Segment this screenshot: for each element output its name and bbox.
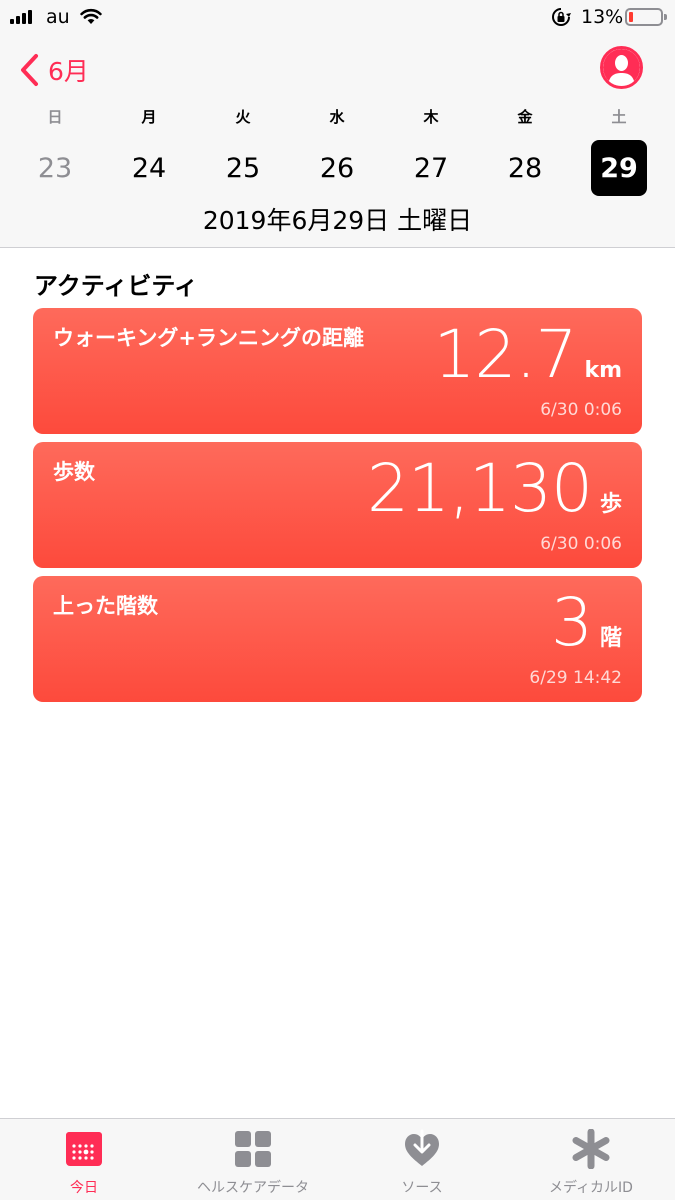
asterisk-icon bbox=[571, 1128, 611, 1170]
tab-item[interactable]: 今日 bbox=[0, 1129, 168, 1199]
card-unit: 歩 bbox=[599, 492, 622, 517]
heart-download-icon bbox=[402, 1129, 442, 1169]
tab-item[interactable]: ヘルスケアデータ bbox=[169, 1129, 337, 1199]
battery-icon bbox=[625, 8, 667, 26]
card-timestamp: 6/29 14:42 bbox=[529, 668, 622, 688]
weekday-label: 土 bbox=[611, 108, 627, 126]
card-number: 3 bbox=[550, 584, 593, 661]
back-button[interactable]: 6月 bbox=[18, 52, 89, 88]
weekday-label: 金 bbox=[517, 108, 533, 126]
weekday-label: 水 bbox=[329, 108, 345, 126]
weekday-label: 月 bbox=[141, 108, 157, 126]
card-value: 12.7 km bbox=[433, 316, 622, 393]
date-cell[interactable]: 24 bbox=[121, 140, 177, 196]
card-title: 歩数 bbox=[53, 460, 95, 484]
grid-icon bbox=[233, 1129, 273, 1169]
calendar-header: 6月 日 月 火 水 木 金 土 23 24 25 26 27 28 29 2019年6月29日 土曜日 bbox=[0, 36, 675, 248]
weekday-label: 木 bbox=[423, 108, 439, 126]
activity-card[interactable]: 歩数 21,130 歩 6/30 0:06 bbox=[33, 442, 642, 568]
date-cell[interactable]: 28 bbox=[497, 140, 553, 196]
date-cell[interactable]: 23 bbox=[27, 140, 83, 196]
date-cell[interactable]: 27 bbox=[403, 140, 459, 196]
card-timestamp: 6/30 0:06 bbox=[540, 534, 622, 554]
profile-button[interactable] bbox=[600, 46, 643, 89]
chevron-left-icon bbox=[21, 54, 38, 86]
tab-label: メディカルID bbox=[549, 1180, 633, 1196]
card-unit: km bbox=[584, 358, 622, 383]
carrier-name: au bbox=[46, 6, 70, 28]
card-number: 12.7 bbox=[433, 316, 577, 393]
tab-item[interactable]: メディカルID bbox=[507, 1128, 675, 1199]
date-cell[interactable]: 25 bbox=[215, 140, 271, 196]
week-date-row: 23 24 25 26 27 28 29 bbox=[0, 140, 675, 200]
section-title: アクティビティ bbox=[34, 272, 198, 300]
selected-full-date: 2019年6月29日 土曜日 bbox=[202, 206, 473, 235]
wifi-icon bbox=[80, 8, 102, 24]
tab-label: ソース bbox=[401, 1180, 443, 1196]
signal-icon bbox=[10, 10, 34, 24]
tab-bar: 今日 ヘルスケアデータ ソース メディカルID bbox=[0, 1118, 675, 1200]
date-cell[interactable]: 26 bbox=[309, 140, 365, 196]
rotation-lock-icon bbox=[552, 8, 571, 26]
battery-percentage: 13% bbox=[581, 6, 624, 28]
date-cell-selected[interactable]: 29 bbox=[591, 140, 647, 196]
card-number: 21,130 bbox=[367, 450, 593, 527]
weekday-label: 火 bbox=[235, 108, 251, 126]
tab-label: 今日 bbox=[70, 1180, 98, 1196]
back-label: 6月 bbox=[48, 57, 89, 86]
person-icon bbox=[603, 49, 640, 86]
activity-card[interactable]: 上った階数 3 階 6/29 14:42 bbox=[33, 576, 642, 702]
calendar-icon bbox=[64, 1129, 104, 1169]
tab-label: ヘルスケアデータ bbox=[197, 1180, 309, 1196]
status-bar: au 13% bbox=[0, 0, 675, 36]
card-unit: 階 bbox=[599, 626, 622, 651]
card-value: 3階 bbox=[551, 584, 622, 661]
weekday-label: 日 bbox=[47, 108, 63, 126]
card-value: 21,130 歩 bbox=[367, 450, 622, 527]
card-title: 上った階数 bbox=[53, 594, 158, 618]
activity-card[interactable]: ウォーキング+ランニングの距離 12.7 km 6/30 0:06 bbox=[33, 308, 642, 434]
tab-item[interactable]: ソース bbox=[338, 1129, 506, 1199]
card-title: ウォーキング+ランニングの距離 bbox=[53, 326, 364, 350]
card-timestamp: 6/30 0:06 bbox=[540, 400, 622, 420]
